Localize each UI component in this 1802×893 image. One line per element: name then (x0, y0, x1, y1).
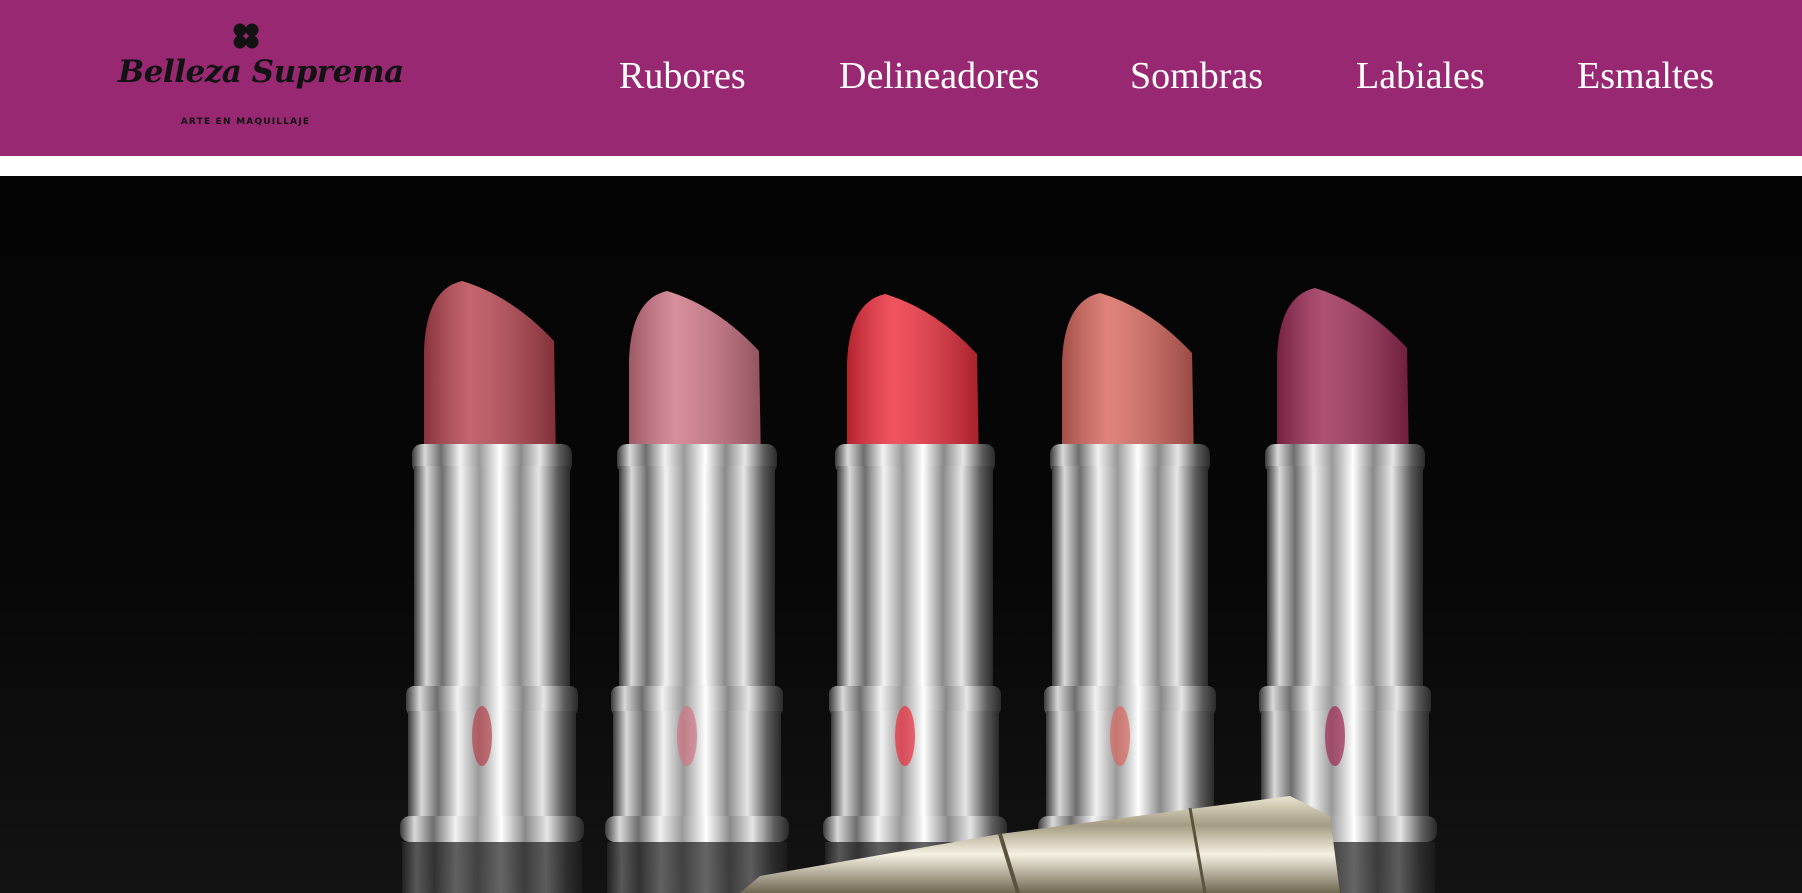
main-nav: Rubores Delineadores Sombras Labiales Es… (0, 0, 1802, 156)
site-header: Belleza Suprema ARTE EN MAQUILLAJE Rubor… (0, 0, 1802, 156)
nav-item-esmaltes[interactable]: Esmaltes (1577, 54, 1714, 98)
nav-item-labiales[interactable]: Labiales (1356, 54, 1485, 98)
nav-item-rubores[interactable]: Rubores (619, 54, 746, 98)
nav-item-sombras[interactable]: Sombras (1130, 54, 1263, 98)
lipsticks-photo (0, 176, 1802, 893)
nav-item-delineadores[interactable]: Delineadores (839, 54, 1039, 98)
hero-banner (0, 176, 1802, 893)
